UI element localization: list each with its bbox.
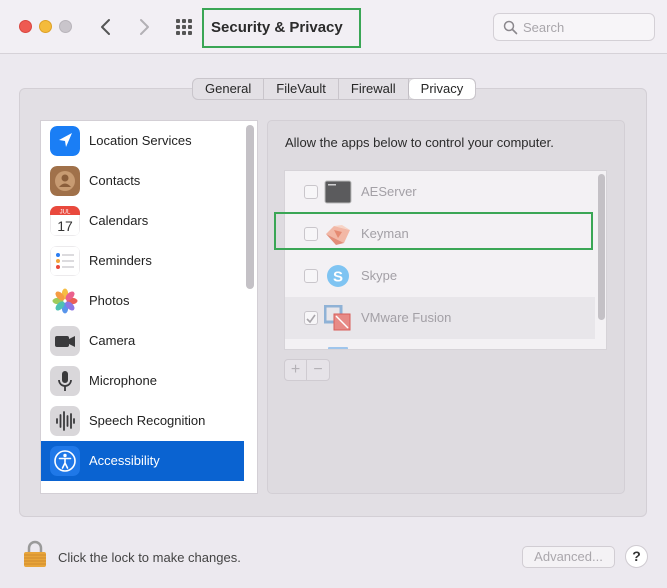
calendar-icon: JUL 17 — [50, 206, 80, 236]
sidebar-item-partial — [41, 481, 244, 493]
microphone-icon — [50, 366, 80, 396]
page-title: Security & Privacy — [211, 19, 343, 36]
calendar-day: 17 — [57, 218, 73, 234]
add-remove-control: + − — [284, 359, 330, 381]
camera-icon — [50, 326, 80, 356]
photos-icon — [50, 286, 80, 316]
sidebar-item-label: Location Services — [89, 133, 192, 148]
lock-message: Click the lock to make changes. — [58, 550, 241, 565]
waveform-icon — [50, 406, 80, 436]
sidebar-item-location-services[interactable]: Location Services — [41, 121, 244, 161]
app-permission-list[interactable]: AEServer Keyman S Skype VMware Fusion — [284, 170, 607, 350]
app-row-skype[interactable]: S Skype — [285, 255, 595, 297]
app-row-vmware-fusion[interactable]: VMware Fusion — [285, 297, 595, 339]
app-name: AEServer — [361, 184, 417, 199]
checkmark-icon — [306, 314, 316, 324]
calendar-month: JUL — [60, 210, 71, 216]
sidebar-item-label: Reminders — [89, 253, 152, 268]
title-highlight-box: Security & Privacy — [202, 8, 361, 48]
app-name: Skype — [361, 268, 398, 283]
search-input[interactable] — [523, 18, 648, 36]
privacy-category-list[interactable]: Location Services Contacts JUL 17 Calend… — [40, 120, 258, 494]
zoom-window-button[interactable] — [59, 20, 72, 33]
skype-icon: S — [327, 265, 349, 287]
minimize-window-button[interactable] — [39, 20, 52, 33]
app-checkbox-checked[interactable] — [304, 311, 318, 325]
app-checkbox[interactable] — [304, 185, 318, 199]
sidebar-item-label: Microphone — [89, 373, 157, 388]
keyman-highlight-box — [274, 212, 593, 250]
vmware-fusion-icon — [324, 305, 351, 331]
sidebar-item-label: Accessibility — [89, 453, 160, 468]
reminders-icon — [50, 246, 80, 276]
location-arrow-icon — [50, 126, 80, 156]
chevron-right-icon — [140, 19, 149, 35]
sidebar-scrollbar[interactable] — [246, 125, 254, 289]
remove-app-button[interactable]: − — [307, 360, 329, 380]
advanced-button[interactable]: Advanced... — [522, 546, 615, 568]
security-privacy-window: Security & Privacy General FileVault Fir… — [0, 0, 667, 588]
sidebar-item-microphone[interactable]: Microphone — [41, 361, 244, 401]
title-bar: Security & Privacy — [0, 0, 667, 54]
contacts-icon — [50, 166, 80, 196]
search-field[interactable] — [493, 13, 655, 41]
app-row-aeserver[interactable]: AEServer — [285, 171, 595, 213]
svg-text:S: S — [333, 269, 343, 286]
close-window-button[interactable] — [19, 20, 32, 33]
tab-bar: General FileVault Firewall Privacy — [192, 78, 477, 100]
terminal-app-icon — [324, 180, 352, 204]
lock-icon[interactable] — [23, 540, 47, 568]
accessibility-icon — [50, 446, 80, 476]
show-all-button[interactable] — [174, 17, 194, 37]
chevron-left-icon — [101, 19, 110, 35]
tab-privacy[interactable]: Privacy — [408, 79, 476, 99]
sidebar-item-reminders[interactable]: Reminders — [41, 241, 244, 281]
add-app-button[interactable]: + — [285, 360, 307, 380]
search-icon — [503, 20, 518, 35]
sidebar-item-camera[interactable]: Camera — [41, 321, 244, 361]
sidebar-item-calendars[interactable]: JUL 17 Calendars — [41, 201, 244, 241]
sidebar-item-label: Calendars — [89, 213, 149, 228]
tab-general[interactable]: General — [193, 79, 265, 99]
sidebar-item-photos[interactable]: Photos — [41, 281, 244, 321]
app-list-scrollbar[interactable] — [598, 174, 605, 320]
app-checkbox[interactable] — [304, 269, 318, 283]
tab-filevault[interactable]: FileVault — [264, 79, 339, 99]
sidebar-item-speech-recognition[interactable]: Speech Recognition — [41, 401, 244, 441]
accessibility-detail-panel: Allow the apps below to control your com… — [267, 120, 625, 494]
forward-button[interactable] — [132, 14, 156, 40]
grid-icon — [176, 19, 192, 35]
sidebar-item-label: Speech Recognition — [89, 413, 206, 428]
sidebar-item-label: Contacts — [89, 173, 141, 188]
sidebar-item-accessibility[interactable]: Accessibility — [41, 441, 244, 481]
sidebar-item-label: Camera — [89, 333, 136, 348]
sidebar-item-label: Photos — [89, 293, 130, 308]
tab-firewall[interactable]: Firewall — [339, 79, 409, 99]
app-name: VMware Fusion — [361, 310, 452, 325]
sidebar-item-contacts[interactable]: Contacts — [41, 161, 244, 201]
detail-caption: Allow the apps below to control your com… — [285, 135, 554, 150]
help-button[interactable]: ? — [625, 545, 648, 568]
app-row-partial — [285, 339, 595, 349]
back-button[interactable] — [94, 14, 118, 40]
partial-app-icon — [328, 347, 348, 349]
